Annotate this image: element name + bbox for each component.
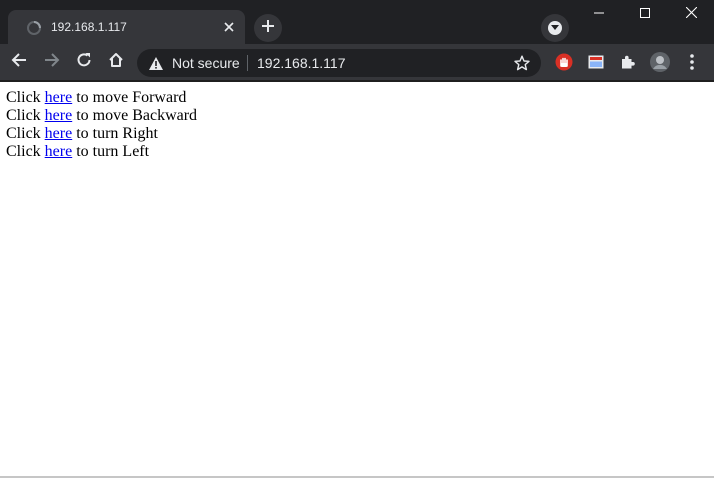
close-icon <box>685 5 697 23</box>
new-tab-button[interactable] <box>254 14 282 42</box>
kebab-menu-icon[interactable] <box>678 48 706 76</box>
puzzle-icon[interactable] <box>614 48 642 76</box>
chevron-down-icon <box>548 21 562 35</box>
stop-hand-extension-icon[interactable] <box>550 48 578 76</box>
maximize-icon <box>640 5 650 23</box>
reload-button[interactable] <box>70 48 98 76</box>
browser-tab-strip: 192.168.1.117 <box>0 0 714 44</box>
forward-link[interactable]: here <box>45 89 73 106</box>
forward-line: Click here to move Forward <box>6 89 187 106</box>
page-content: Click here to move Forward Click here to… <box>6 89 197 161</box>
close-icon[interactable] <box>221 19 237 35</box>
back-button[interactable] <box>5 48 33 76</box>
right-link[interactable]: here <box>45 125 73 142</box>
arrow-right-icon <box>44 52 60 73</box>
tab-search-button[interactable] <box>541 14 569 42</box>
maximize-button[interactable] <box>622 0 668 28</box>
url-text[interactable]: 192.168.1.117 <box>257 49 346 77</box>
tab-title: 192.168.1.117 <box>51 20 127 34</box>
toolbar-divider <box>0 80 714 82</box>
browser-toolbar: Not secure 192.168.1.117 <box>0 44 714 80</box>
home-button[interactable] <box>102 48 130 76</box>
backward-link[interactable]: here <box>45 107 73 124</box>
window-close-button[interactable] <box>668 0 714 28</box>
right-line: Click here to turn Right <box>6 125 158 142</box>
arrow-left-icon <box>11 52 27 73</box>
left-line: Click here to turn Left <box>6 143 150 160</box>
reload-icon <box>76 52 92 73</box>
warning-icon[interactable] <box>148 55 164 71</box>
address-bar[interactable]: Not secure 192.168.1.117 <box>137 49 541 77</box>
loading-globe-icon <box>26 20 42 36</box>
browser-tab[interactable]: 192.168.1.117 <box>8 10 245 44</box>
minimize-icon <box>594 5 604 23</box>
omnibox-divider <box>247 55 248 71</box>
home-icon <box>108 52 124 73</box>
forward-button[interactable] <box>38 48 66 76</box>
plus-icon <box>261 19 275 38</box>
card-extension-icon[interactable] <box>582 48 610 76</box>
left-link[interactable]: here <box>45 143 73 160</box>
security-label[interactable]: Not secure <box>172 49 240 77</box>
star-icon[interactable] <box>513 54 531 72</box>
profile-avatar[interactable] <box>646 48 674 76</box>
backward-line: Click here to move Backward <box>6 107 198 124</box>
minimize-button[interactable] <box>576 0 622 28</box>
